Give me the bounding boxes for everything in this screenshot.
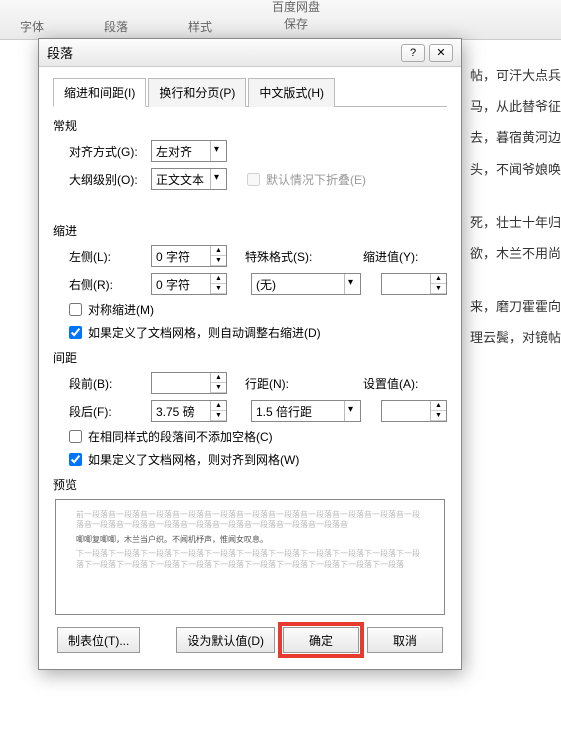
tab-asian-typography[interactable]: 中文版式(H) xyxy=(248,78,335,107)
spacing-at-label: 设置值(A): xyxy=(363,375,447,392)
doc-line: 死，壮士十年归 xyxy=(470,207,549,238)
snap-to-grid-checkbox[interactable] xyxy=(69,453,82,466)
tab-line-page-breaks[interactable]: 换行和分页(P) xyxy=(148,78,246,107)
chevron-down-icon xyxy=(344,401,360,421)
space-before-spinner[interactable]: ▲▼ xyxy=(151,372,227,394)
special-format-combo[interactable]: (无) xyxy=(251,273,361,295)
line-spacing-combo[interactable]: 1.5 倍行距 xyxy=(251,400,361,422)
snap-to-grid-label: 如果定义了文档网格，则对齐到网格(W) xyxy=(88,451,299,468)
help-button[interactable]: ? xyxy=(401,44,425,62)
ok-button[interactable]: 确定 xyxy=(283,627,359,653)
outline-level-combo[interactable]: 正文文本 xyxy=(151,168,227,190)
doc-line: 理云鬓，对镜帖 xyxy=(470,322,549,353)
doc-line: 头，不闻爷娘唤 xyxy=(470,154,549,185)
doc-line: 去，暮宿黄河边 xyxy=(470,122,549,153)
section-preview: 预览 xyxy=(53,476,447,493)
indent-right-label: 右侧(R): xyxy=(69,276,145,293)
section-general: 常规 xyxy=(53,117,447,134)
no-space-same-style-label: 在相同样式的段落间不添加空格(C) xyxy=(88,428,273,445)
space-before-label: 段前(B): xyxy=(69,375,145,392)
chevron-down-icon xyxy=(210,169,226,189)
section-spacing: 间距 xyxy=(53,349,447,366)
chevron-down-icon xyxy=(344,274,360,294)
collapse-label: 默认情况下折叠(E) xyxy=(266,171,366,188)
mirror-indent-checkbox[interactable] xyxy=(69,303,82,316)
doc-line: 来，磨刀霍霍向 xyxy=(470,291,549,322)
close-button[interactable]: ✕ xyxy=(429,44,453,62)
section-indent: 缩进 xyxy=(53,222,447,239)
doc-line: 马，从此替爷征 xyxy=(470,91,549,122)
ribbon-group-font: 字体 xyxy=(20,18,44,39)
dialog-titlebar[interactable]: 段落 ? ✕ xyxy=(39,39,461,67)
mirror-indent-label: 对称缩进(M) xyxy=(88,301,154,318)
spacing-at-spinner[interactable]: ▲▼ xyxy=(381,400,447,422)
ribbon: 字体 段落 样式 百度网盘 保存 xyxy=(0,0,561,40)
special-format-label: 特殊格式(S): xyxy=(233,248,317,265)
ribbon-group-cloud-sub: 保存 xyxy=(284,18,308,35)
dialog-title: 段落 xyxy=(47,43,73,62)
set-default-button[interactable]: 设为默认值(D) xyxy=(176,627,275,653)
chevron-down-icon xyxy=(210,141,226,161)
ribbon-group-cloud: 百度网盘 xyxy=(272,1,320,18)
indent-by-spinner[interactable]: ▲▼ xyxy=(381,273,447,295)
outline-level-label: 大纲级别(O): xyxy=(69,171,145,188)
preview-area: 前一段落音一段落音一段落音一段落音一段落音一段落音一段落音一段落音一段落音一段落… xyxy=(55,499,445,615)
indent-by-label: 缩进值(Y): xyxy=(363,248,447,265)
paragraph-dialog: 段落 ? ✕ 缩进和间距(I) 换行和分页(P) 中文版式(H) 常规 对齐方式… xyxy=(38,38,462,670)
cancel-button[interactable]: 取消 xyxy=(367,627,443,653)
tab-indent-spacing[interactable]: 缩进和间距(I) xyxy=(53,78,146,107)
collapse-checkbox xyxy=(247,173,260,186)
dialog-tabs: 缩进和间距(I) 换行和分页(P) 中文版式(H) xyxy=(53,77,447,107)
doc-line: 帖，可汗大点兵 xyxy=(470,60,549,91)
space-after-spinner[interactable]: 3.75 磅 ▲▼ xyxy=(151,400,227,422)
no-space-same-style-checkbox[interactable] xyxy=(69,430,82,443)
tabs-button[interactable]: 制表位(T)... xyxy=(57,627,140,653)
indent-left-label: 左侧(L): xyxy=(69,248,145,265)
space-after-label: 段后(F): xyxy=(69,403,145,420)
indent-left-spinner[interactable]: 0 字符 ▲▼ xyxy=(151,245,227,267)
indent-right-spinner[interactable]: 0 字符 ▲▼ xyxy=(151,273,227,295)
line-spacing-label: 行距(N): xyxy=(233,375,317,392)
auto-adjust-right-indent-label: 如果定义了文档网格，则自动调整右缩进(D) xyxy=(88,324,321,341)
auto-adjust-right-indent-checkbox[interactable] xyxy=(69,326,82,339)
ribbon-group-paragraph: 段落 xyxy=(104,18,128,39)
alignment-combo[interactable]: 左对齐 xyxy=(151,140,227,162)
alignment-label: 对齐方式(G): xyxy=(69,143,145,160)
ribbon-group-styles: 样式 xyxy=(188,18,212,39)
doc-line: 欲，木兰不用尚 xyxy=(470,238,549,269)
